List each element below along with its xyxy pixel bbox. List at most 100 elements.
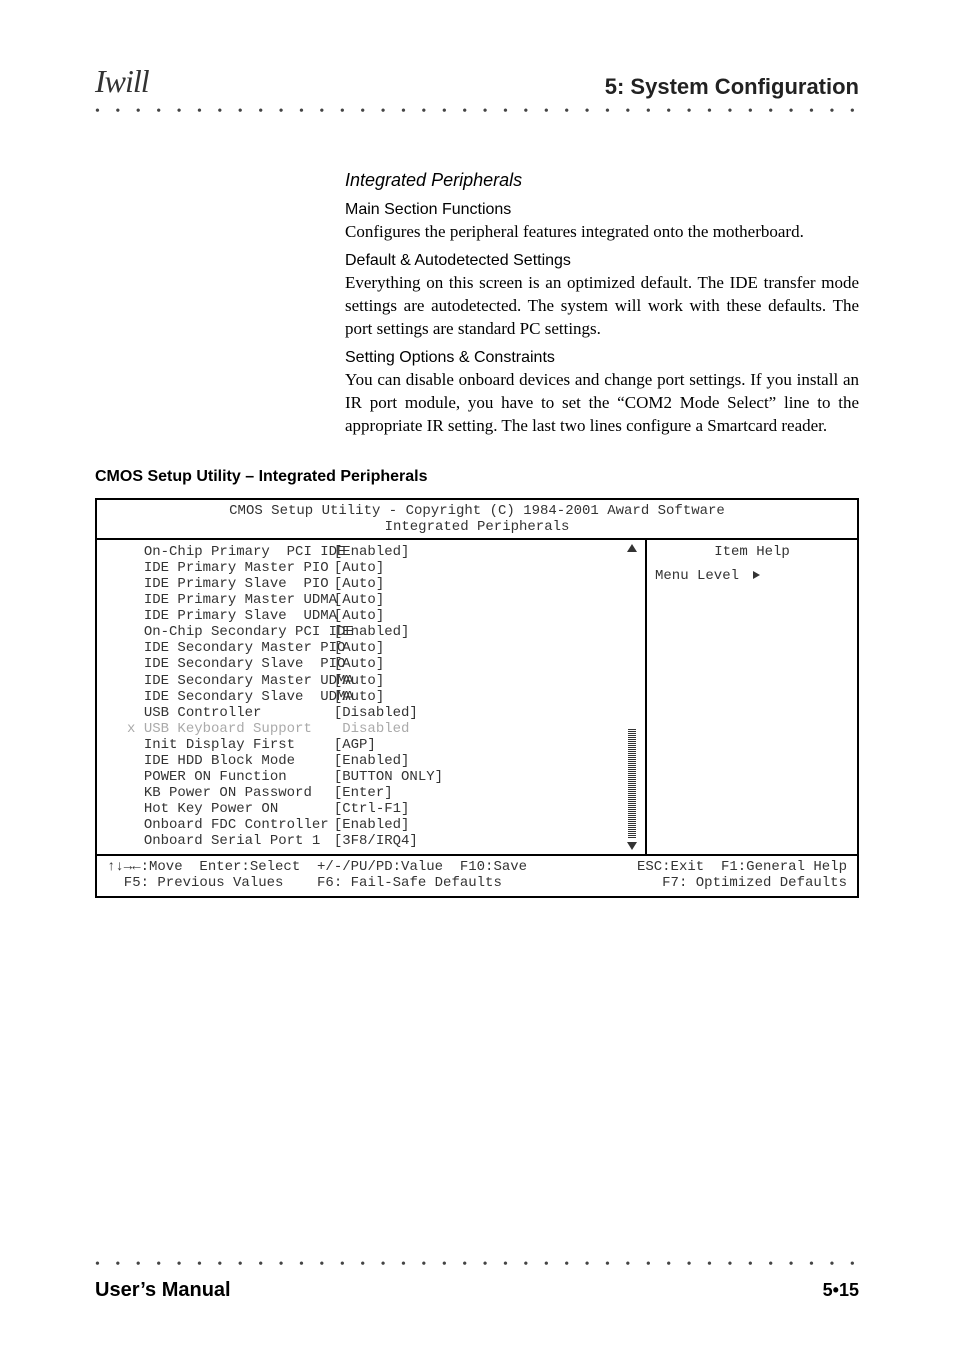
bios-setting-value: [Enabled] bbox=[334, 624, 410, 640]
bios-row-prefix: x bbox=[127, 721, 144, 737]
bios-setting-row: KB Power ON Password[Enter] bbox=[127, 785, 641, 801]
page-footer: • • • • • • • • • • • • • • • • • • • • … bbox=[95, 1257, 859, 1302]
bios-setting-row: IDE Secondary Slave PIO[Auto] bbox=[127, 656, 641, 672]
bios-row-prefix bbox=[127, 705, 144, 721]
keys-line2-right: F7: Optimized Defaults bbox=[662, 875, 847, 891]
section-title: 5: System Configuration bbox=[605, 74, 859, 100]
logo-text: Iwill bbox=[95, 63, 149, 99]
bios-scroll-indicator bbox=[625, 544, 639, 850]
bios-setting-value: [Enabled] bbox=[334, 753, 410, 769]
bios-row-prefix bbox=[127, 640, 144, 656]
bios-row-prefix bbox=[127, 785, 144, 801]
bios-setting-row: Onboard FDC Controller[Enabled] bbox=[127, 817, 641, 833]
bios-setting-value: [Enabled] bbox=[334, 544, 410, 560]
bios-setting-row: Hot Key Power ON[Ctrl-F1] bbox=[127, 801, 641, 817]
keys-line1-left: ↑↓→←:Move Enter:Select +/-/PU/PD:Value F… bbox=[107, 859, 527, 875]
bios-setting-value: [Auto] bbox=[334, 560, 384, 576]
bios-row-prefix bbox=[127, 769, 144, 785]
bios-setting-label: IDE Primary Master UDMA bbox=[144, 592, 334, 608]
body-content: Integrated Peripherals Main Section Func… bbox=[95, 170, 859, 898]
keys-line1-right: ESC:Exit F1:General Help bbox=[637, 859, 847, 875]
subheading-default-settings: Default & Autodetected Settings bbox=[345, 252, 859, 270]
bios-setting-row: IDE Secondary Slave UDMA[Auto] bbox=[127, 689, 641, 705]
arrow-right-icon bbox=[753, 571, 760, 579]
bios-setting-label: IDE Primary Slave UDMA bbox=[144, 608, 334, 624]
bios-setting-row: IDE Secondary Master UDMA[Auto] bbox=[127, 673, 641, 689]
bios-help-title: Item Help bbox=[655, 544, 849, 560]
bios-setting-value: [Auto] bbox=[334, 656, 384, 672]
bios-subtitle-line: Integrated Peripherals bbox=[97, 519, 857, 538]
paragraph-main-functions: Configures the peripheral features integ… bbox=[345, 221, 859, 244]
bios-setting-value: [3F8/IRQ4] bbox=[334, 833, 418, 849]
bios-setting-row: IDE Primary Slave PIO[Auto] bbox=[127, 576, 641, 592]
bios-setting-row: IDE HDD Block Mode[Enabled] bbox=[127, 753, 641, 769]
bios-row-prefix bbox=[127, 624, 144, 640]
bios-key-legend: ↑↓→←:Move Enter:Select +/-/PU/PD:Value F… bbox=[97, 854, 857, 896]
bios-setting-row: IDE Primary Master UDMA[Auto] bbox=[127, 592, 641, 608]
bios-setting-value: [Auto] bbox=[334, 673, 384, 689]
utility-title: CMOS Setup Utility – Integrated Peripher… bbox=[95, 468, 859, 486]
bios-help-panel: Item Help Menu Level bbox=[647, 540, 857, 854]
bios-setting-value: [Enter] bbox=[334, 785, 393, 801]
bios-row-prefix bbox=[127, 560, 144, 576]
bios-row-prefix bbox=[127, 656, 144, 672]
bios-row-prefix bbox=[127, 817, 144, 833]
bios-setting-label: USB Controller bbox=[144, 705, 334, 721]
bios-setting-label: POWER ON Function bbox=[144, 769, 334, 785]
scroll-up-icon bbox=[627, 544, 637, 552]
bios-row-prefix bbox=[127, 673, 144, 689]
scroll-track-icon bbox=[628, 728, 636, 838]
bios-setting-value: Disabled bbox=[334, 721, 410, 737]
bios-row-prefix bbox=[127, 753, 144, 769]
bios-setting-label: IDE HDD Block Mode bbox=[144, 753, 334, 769]
paragraph-default-settings: Everything on this screen is an optimize… bbox=[345, 272, 859, 341]
bios-setting-label: IDE Secondary Slave PIO bbox=[144, 656, 334, 672]
bios-row-prefix bbox=[127, 737, 144, 753]
brand-logo: Iwill bbox=[95, 63, 149, 100]
bios-setting-value: [Auto] bbox=[334, 608, 384, 624]
bios-setting-row: IDE Secondary Master PIO[Auto] bbox=[127, 640, 641, 656]
bios-setting-label: Onboard Serial Port 1 bbox=[144, 833, 334, 849]
bios-setting-label: USB Keyboard Support bbox=[144, 721, 334, 737]
bios-row-prefix bbox=[127, 576, 144, 592]
bios-setting-value: [Auto] bbox=[334, 640, 384, 656]
scroll-down-icon bbox=[627, 842, 637, 850]
bios-setting-label: IDE Secondary Master UDMA bbox=[144, 673, 334, 689]
bios-setting-value: [Auto] bbox=[334, 592, 384, 608]
bios-setting-value: [Auto] bbox=[334, 689, 384, 705]
bios-title-line: CMOS Setup Utility - Copyright (C) 1984-… bbox=[97, 500, 857, 519]
bios-menu-level: Menu Level bbox=[655, 568, 849, 584]
bios-setting-value: [Ctrl-F1] bbox=[334, 801, 410, 817]
subheading-main-functions: Main Section Functions bbox=[345, 201, 859, 219]
bios-setting-value: [BUTTON ONLY] bbox=[334, 769, 443, 785]
bios-setting-label: Onboard FDC Controller bbox=[144, 817, 334, 833]
bios-setting-label: On-Chip Secondary PCI IDE bbox=[144, 624, 334, 640]
bios-setting-label: On-Chip Primary PCI IDE bbox=[144, 544, 334, 560]
bios-setting-label: IDE Secondary Master PIO bbox=[144, 640, 334, 656]
bios-setting-label: KB Power ON Password bbox=[144, 785, 334, 801]
keys-line2-left: F5: Previous Values F6: Fail-Safe Defaul… bbox=[107, 875, 502, 891]
header-dots: • • • • • • • • • • • • • • • • • • • • … bbox=[95, 104, 859, 120]
bios-row-prefix bbox=[127, 689, 144, 705]
bios-setting-value: [AGP] bbox=[334, 737, 376, 753]
bios-screenshot: CMOS Setup Utility - Copyright (C) 1984-… bbox=[95, 498, 859, 898]
bios-main: On-Chip Primary PCI IDE[Enabled] IDE Pri… bbox=[97, 538, 857, 854]
bios-row-prefix bbox=[127, 544, 144, 560]
paragraph-options-constraints: You can disable onboard devices and chan… bbox=[345, 369, 859, 438]
subheading-options-constraints: Setting Options & Constraints bbox=[345, 349, 859, 367]
bios-setting-label: IDE Primary Slave PIO bbox=[144, 576, 334, 592]
page-header: Iwill 5: System Configuration bbox=[95, 40, 859, 100]
footer-manual-label: User’s Manual bbox=[95, 1279, 231, 1302]
bios-setting-row: POWER ON Function[BUTTON ONLY] bbox=[127, 769, 641, 785]
bios-setting-row: Init Display First[AGP] bbox=[127, 737, 641, 753]
bios-settings-list: On-Chip Primary PCI IDE[Enabled] IDE Pri… bbox=[97, 540, 647, 854]
bios-setting-label: IDE Secondary Slave UDMA bbox=[144, 689, 334, 705]
bios-setting-label: Hot Key Power ON bbox=[144, 801, 334, 817]
bios-setting-row: USB Controller[Disabled] bbox=[127, 705, 641, 721]
bios-setting-row: Onboard Serial Port 1[3F8/IRQ4] bbox=[127, 833, 641, 849]
page: Iwill 5: System Configuration • • • • • … bbox=[0, 0, 954, 1356]
bios-setting-label: IDE Primary Master PIO bbox=[144, 560, 334, 576]
bios-row-prefix bbox=[127, 608, 144, 624]
bios-row-prefix bbox=[127, 833, 144, 849]
bios-setting-row: x USB Keyboard Support Disabled bbox=[127, 721, 641, 737]
